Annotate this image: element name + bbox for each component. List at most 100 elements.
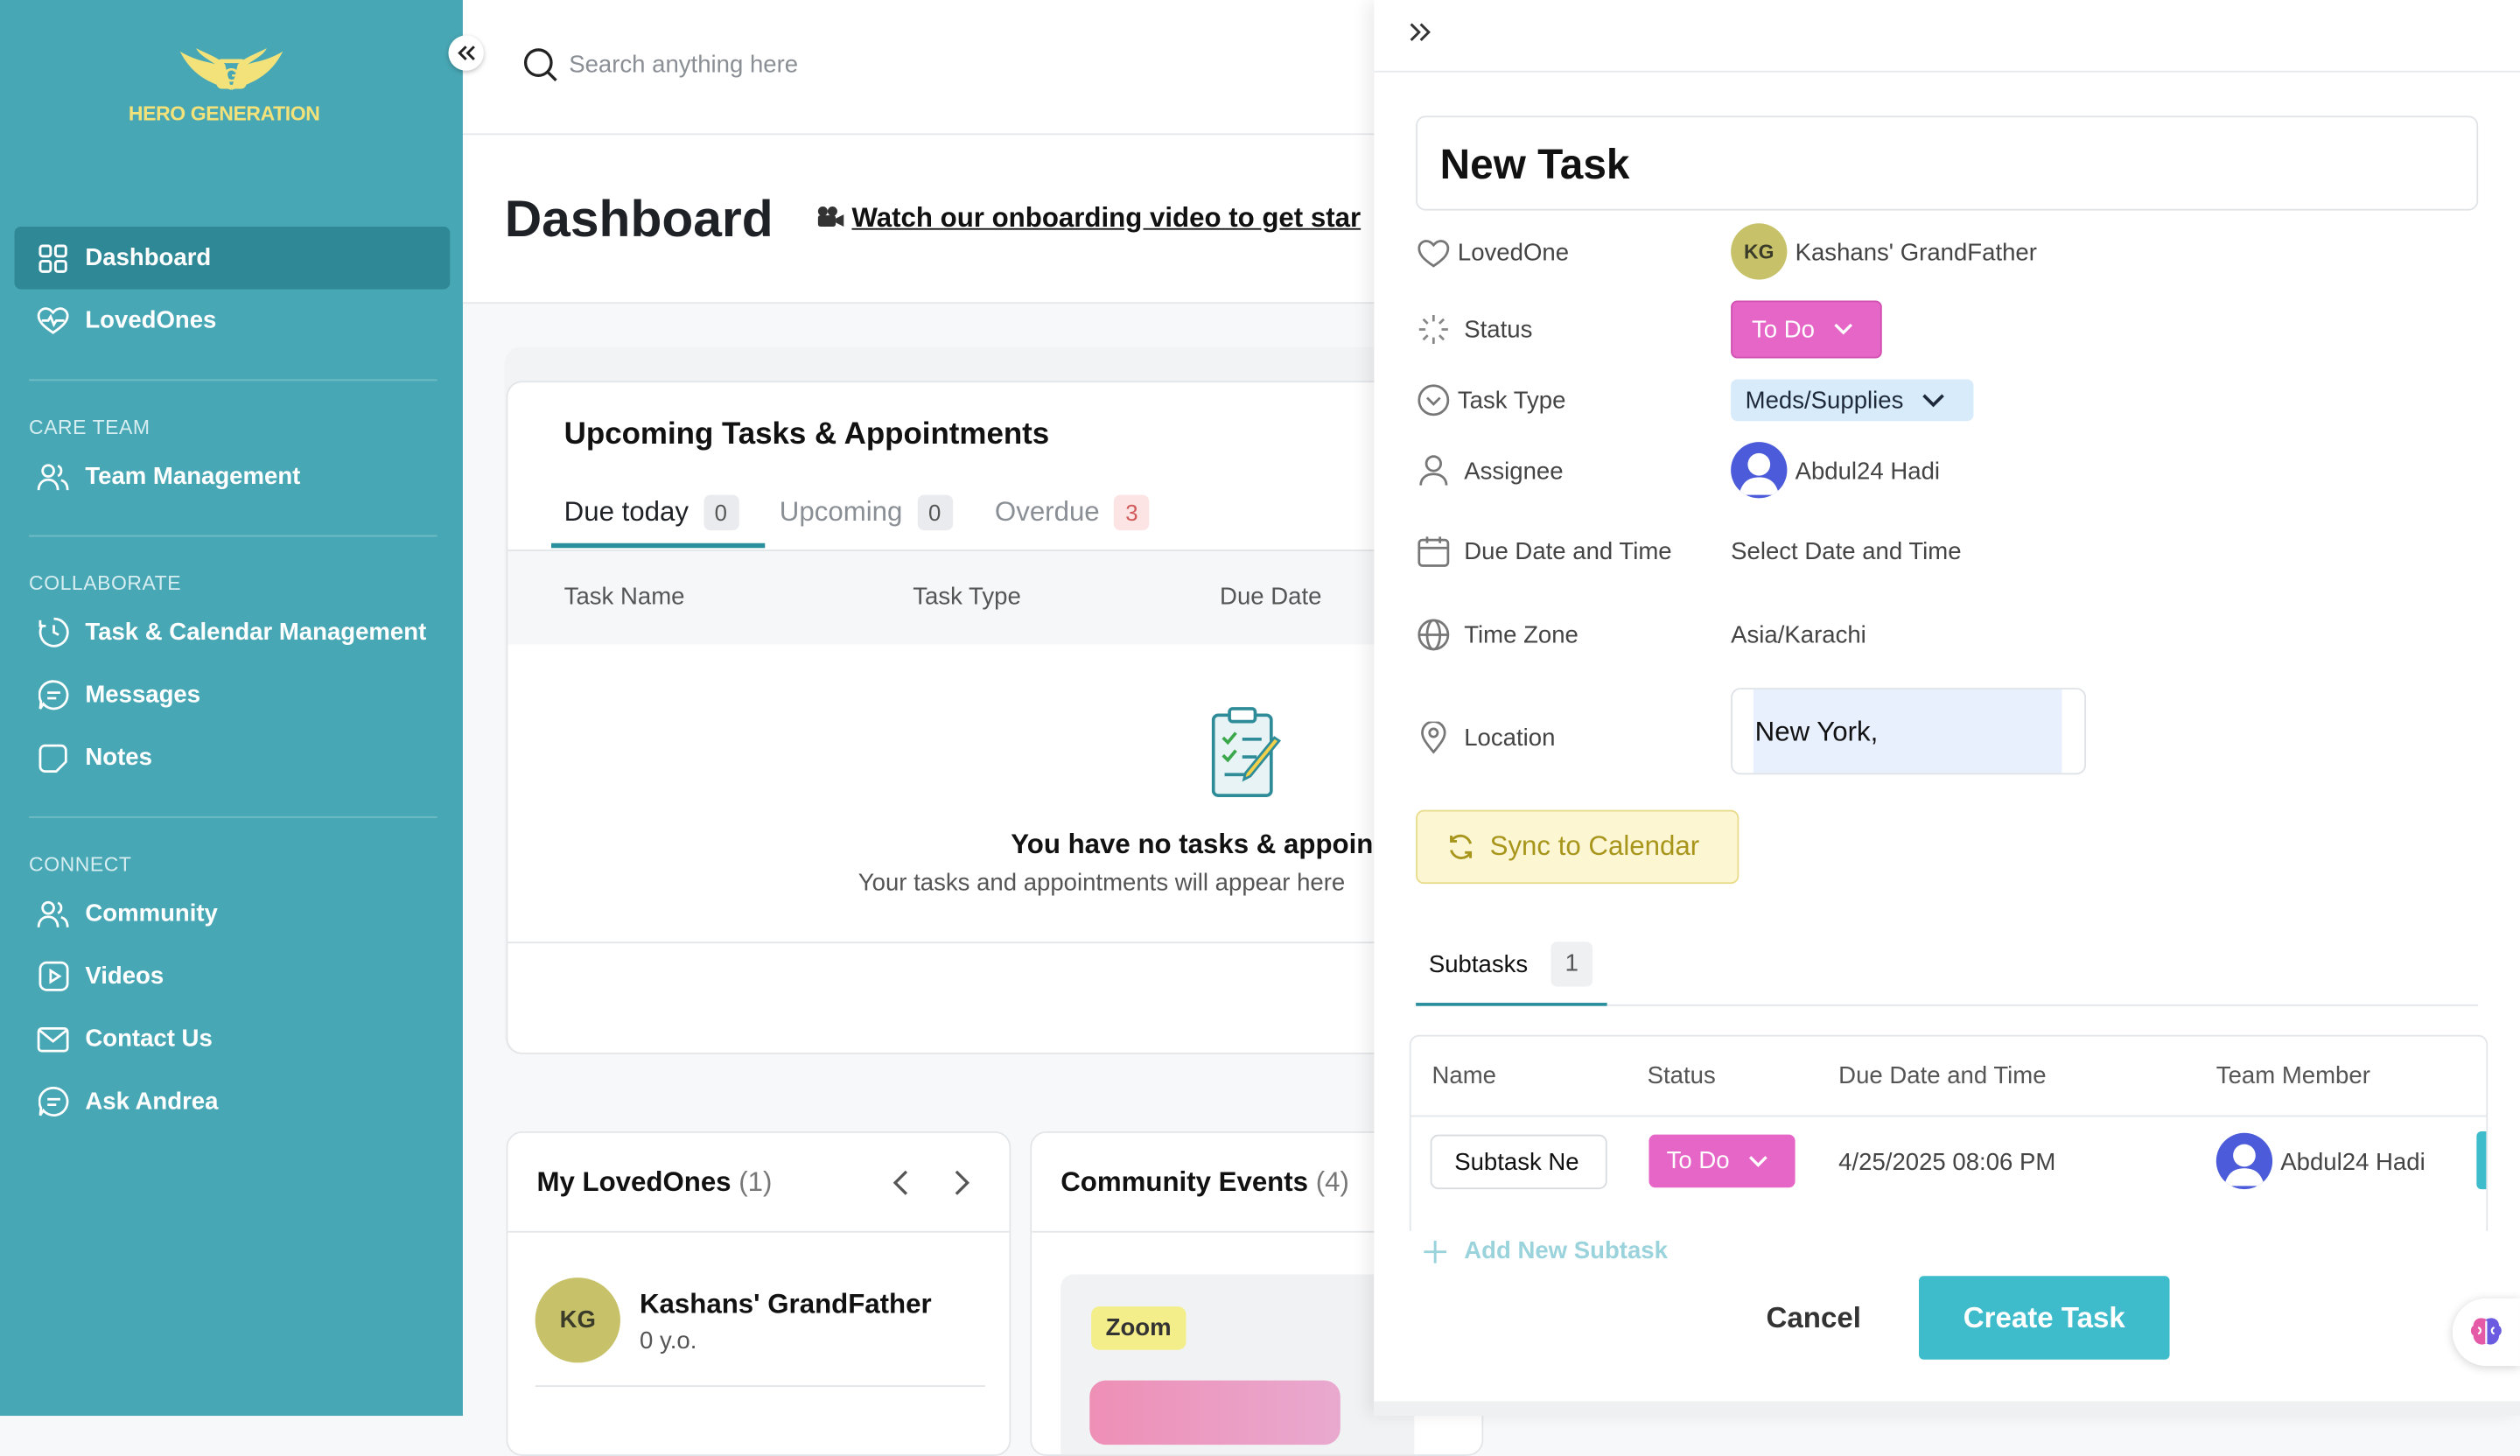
- location-value: New York,: [1754, 717, 1879, 748]
- sidebar-item-label: Videos: [85, 962, 164, 990]
- due-date-picker[interactable]: Select Date and Time: [1731, 538, 1961, 565]
- chat-icon: [35, 1084, 70, 1119]
- sidebar-item-task-calendar[interactable]: Task & Calendar Management: [15, 601, 451, 664]
- column-header: Name: [1432, 1061, 1496, 1090]
- assistant-button[interactable]: [2452, 1298, 2520, 1367]
- card-title: My LovedOnes (1): [536, 1166, 772, 1199]
- users-icon: [35, 458, 70, 494]
- card-title-text: Community Events: [1060, 1166, 1309, 1198]
- divider: [1374, 70, 2520, 73]
- create-task-button[interactable]: Create Task: [1919, 1276, 2170, 1360]
- sidebar-item-lovedones[interactable]: LovedOnes: [15, 290, 451, 353]
- tab-label: Due today: [564, 496, 690, 528]
- mail-icon: [35, 1021, 70, 1056]
- sidebar-item-label: Task & Calendar Management: [85, 619, 427, 647]
- chevron-down-icon: [1834, 323, 1853, 335]
- sync-to-calendar-button[interactable]: Sync to Calendar: [1416, 809, 1740, 885]
- sidebar-item-label: LovedOnes: [85, 306, 217, 335]
- video-camera-icon: [816, 206, 845, 228]
- field-label: Location: [1464, 724, 1556, 752]
- sidebar-item-label: Community: [85, 900, 218, 928]
- clipboard-icon: [1208, 705, 1285, 799]
- logo-icon: G: [177, 42, 286, 100]
- collapse-panel-button[interactable]: [1406, 21, 1432, 44]
- tab-subtasks[interactable]: Subtasks: [1429, 951, 1528, 978]
- field-label: Time Zone: [1464, 621, 1578, 649]
- lovedone-value[interactable]: Kashans' GrandFather: [1796, 240, 2037, 267]
- lovedone-age: 0 y.o.: [640, 1327, 697, 1355]
- cancel-button[interactable]: Cancel: [1767, 1302, 1861, 1336]
- sidebar-item-contact-us[interactable]: Contact Us: [15, 1008, 451, 1071]
- heart-icon: [1416, 236, 1451, 271]
- subtask-due-value[interactable]: 4/25/2025 08:06 PM: [1838, 1149, 2055, 1176]
- collapse-sidebar-button[interactable]: [448, 35, 484, 71]
- event-card[interactable]: Zoom: [1060, 1274, 1415, 1455]
- refresh-icon: [1450, 834, 1473, 859]
- next-button[interactable]: [949, 1168, 972, 1197]
- sidebar: G HERO GENERATION Dashboard LovedOnes CA…: [0, 0, 463, 1417]
- task-type-select[interactable]: Meds/Supplies: [1731, 379, 1974, 422]
- prev-button[interactable]: [891, 1168, 914, 1197]
- tab-due-today[interactable]: Due today 0: [564, 494, 738, 531]
- new-task-panel: New Task LovedOne KG Kashans' GrandFathe…: [1374, 0, 2520, 1417]
- sidebar-item-label: Contact Us: [85, 1025, 213, 1053]
- lovedone-name[interactable]: Kashans' GrandFather: [640, 1289, 932, 1321]
- subtask-status-select[interactable]: To Do: [1648, 1134, 1796, 1188]
- column-header: Task Type: [913, 583, 1021, 611]
- sidebar-item-team-management[interactable]: Team Management: [15, 445, 451, 508]
- svg-text:G: G: [224, 65, 239, 87]
- note-icon: [35, 740, 70, 775]
- avatar: [1731, 442, 1788, 499]
- subtask-member-value[interactable]: Abdul24 Hadi: [2280, 1149, 2425, 1176]
- onboarding-video-link[interactable]: Watch our onboarding video to get star: [851, 202, 1361, 234]
- empty-state-title: You have no tasks & appoin: [1011, 829, 1374, 860]
- upcoming-tasks-card: Upcoming Tasks & Appointments Due today 0…: [506, 381, 1426, 1054]
- sidebar-item-community[interactable]: Community: [15, 882, 451, 945]
- count-badge: 1: [1550, 942, 1593, 987]
- search-input[interactable]: Search anything here: [569, 52, 798, 79]
- plus-icon: [1424, 1239, 1447, 1263]
- subtask-name-input[interactable]: Subtask Ne: [1430, 1134, 1607, 1190]
- divider: [1606, 1004, 2479, 1006]
- field-label: LovedOne: [1457, 239, 1570, 267]
- divider: [508, 942, 1424, 944]
- card-title-text: My LovedOnes: [536, 1166, 732, 1198]
- sync-label: Sync to Calendar: [1489, 830, 1700, 862]
- sidebar-item-label: Messages: [85, 681, 201, 709]
- section-collaborate: COLLABORATE: [29, 571, 182, 595]
- field-label: Assignee: [1464, 458, 1564, 486]
- empty-state-subtitle: Your tasks and appointments will appear …: [858, 869, 1346, 897]
- add-subtask-label: Add New Subtask: [1464, 1237, 1668, 1265]
- assignee-value[interactable]: Abdul24 Hadi: [1796, 458, 1940, 485]
- section-care-team: CARE TEAM: [29, 416, 150, 439]
- subtask-status-value: To Do: [1666, 1147, 1730, 1175]
- search-icon: [522, 46, 557, 81]
- sidebar-item-videos[interactable]: Videos: [15, 945, 451, 1008]
- task-title-input[interactable]: New Task: [1416, 116, 2479, 211]
- tab-overdue[interactable]: Overdue 3: [995, 494, 1150, 531]
- avatar: KG: [535, 1278, 620, 1363]
- task-title-value: New Task: [1439, 139, 1630, 188]
- status-value: To Do: [1752, 315, 1815, 344]
- active-tab-indicator: [1416, 1003, 1607, 1006]
- sidebar-item-notes[interactable]: Notes: [15, 726, 451, 789]
- sidebar-item-ask-andrea[interactable]: Ask Andrea: [15, 1070, 451, 1133]
- chevron-left-icon: [892, 1170, 908, 1195]
- card-title: Upcoming Tasks & Appointments: [564, 417, 1050, 452]
- timezone-select[interactable]: Asia/Karachi: [1731, 622, 1866, 649]
- clock-icon: [35, 614, 70, 649]
- dashboard-icon: [35, 241, 70, 276]
- tab-upcoming[interactable]: Upcoming 0: [780, 494, 953, 531]
- add-subtask-button[interactable]: Add New Subtask: [1422, 1237, 1668, 1265]
- top-bar: Search anything here: [462, 0, 1396, 136]
- sidebar-item-dashboard[interactable]: Dashboard: [14, 226, 451, 290]
- sidebar-item-messages[interactable]: Messages: [15, 664, 451, 727]
- location-input[interactable]: New York,: [1731, 688, 2087, 775]
- heart-pulse-icon: [35, 303, 70, 338]
- status-select[interactable]: To Do: [1731, 300, 1882, 359]
- chevrons-left-icon: [458, 46, 475, 60]
- row-action-edge[interactable]: [2476, 1130, 2487, 1190]
- card-count: (1): [738, 1166, 773, 1198]
- chevrons-right-icon: [1410, 23, 1431, 41]
- tab-label: Subtasks: [1428, 951, 1529, 979]
